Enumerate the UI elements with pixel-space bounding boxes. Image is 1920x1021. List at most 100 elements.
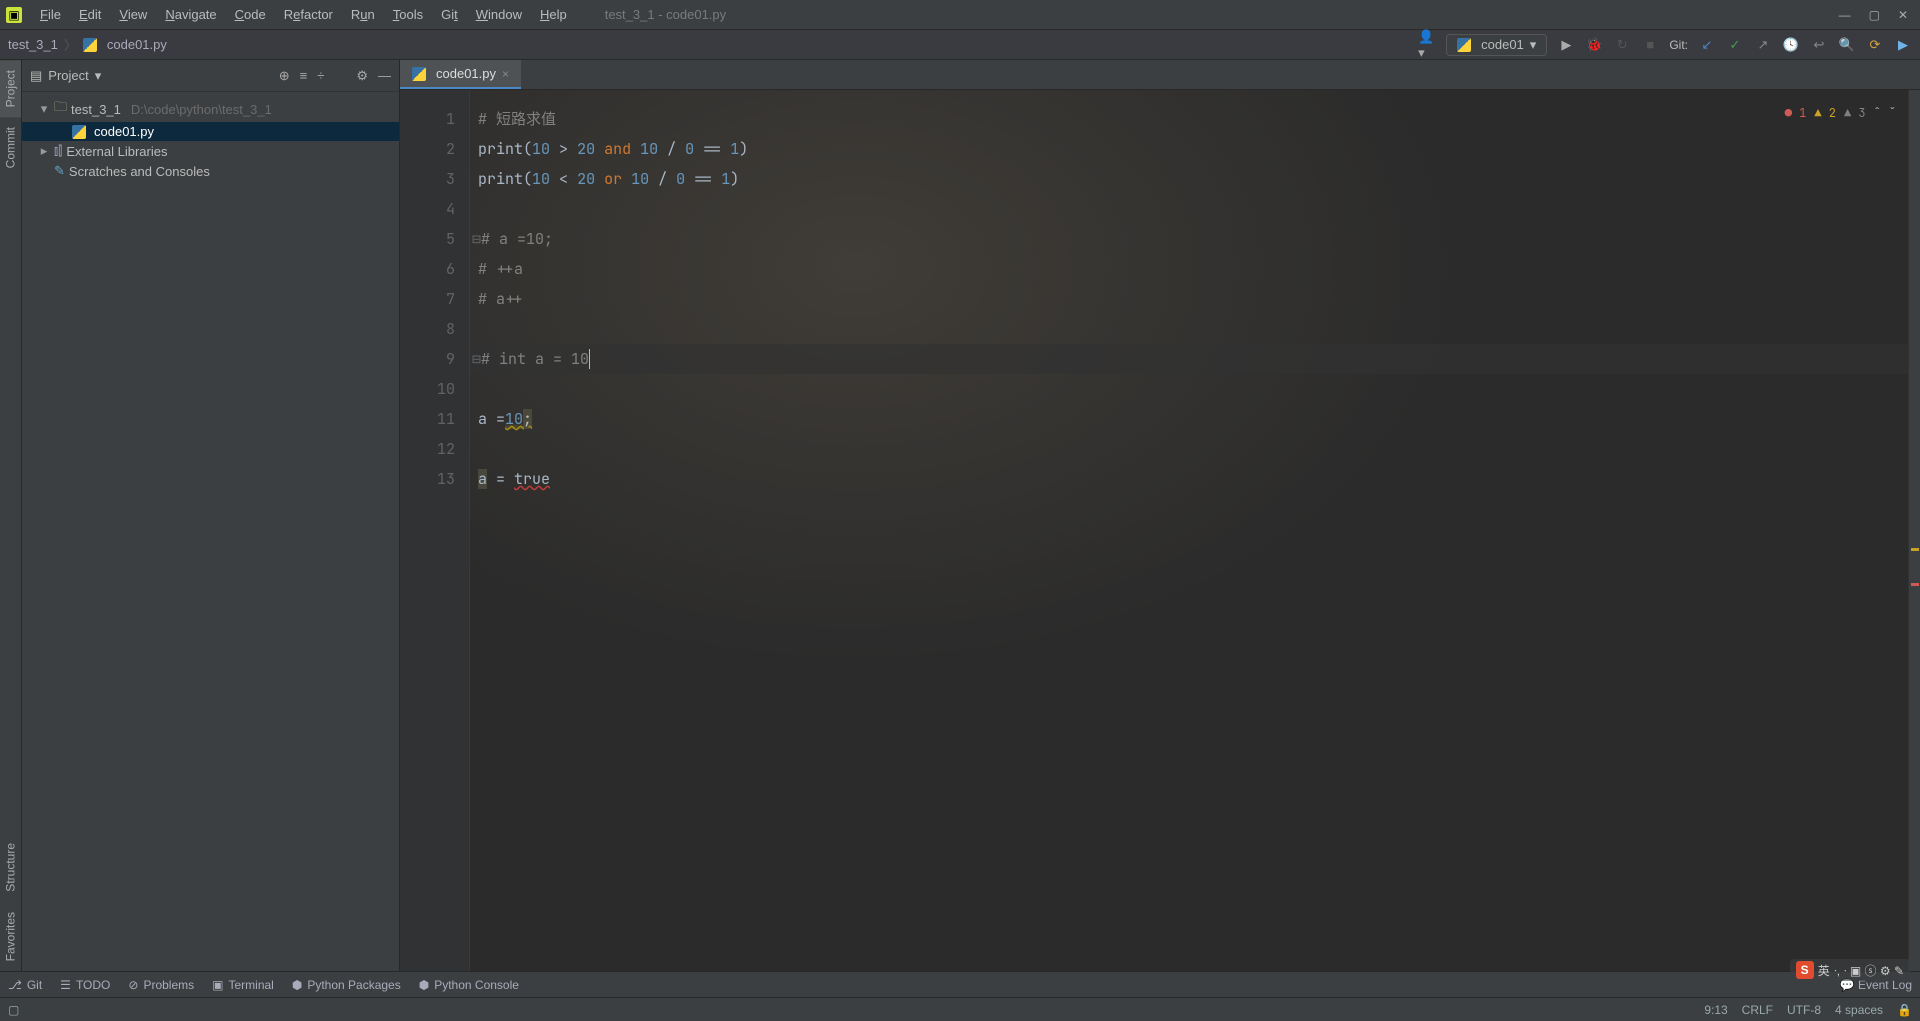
warning-mark[interactable] [1911, 548, 1919, 551]
tool-label: Terminal [228, 978, 273, 992]
tree-row[interactable]: code01.py [22, 122, 399, 141]
file-encoding[interactable]: UTF-8 [1787, 1003, 1821, 1017]
editor-stripe[interactable] [1908, 90, 1920, 971]
ime-logo: S [1796, 961, 1814, 979]
menu-help[interactable]: Help [532, 3, 575, 26]
menu-code[interactable]: Code [227, 3, 274, 26]
bottom-tool-python-packages[interactable]: ⬢Python Packages [292, 978, 401, 992]
rollback-icon[interactable]: ↩ [1810, 36, 1828, 54]
menu-edit[interactable]: Edit [71, 3, 109, 26]
git-update-icon[interactable]: ↙ [1698, 36, 1716, 54]
tree-row[interactable]: ▾🗀test_3_1D:\code\python\test_3_1 [22, 96, 399, 122]
code-line[interactable]: a = true [470, 464, 1908, 494]
coverage-icon[interactable]: ↻ [1613, 36, 1631, 54]
menu-git[interactable]: Git [433, 3, 466, 26]
minimize-icon[interactable]: — [1839, 8, 1851, 22]
chevron-up-icon[interactable]: ˆ [1874, 98, 1881, 128]
window-title: test_3_1 - code01.py [575, 7, 1839, 22]
python-file-icon [1457, 38, 1471, 52]
error-mark[interactable] [1911, 583, 1919, 586]
main-menu: FileEditViewNavigateCodeRefactorRunTools… [32, 3, 575, 26]
code-line[interactable]: ⊟# int a = 10 [470, 344, 1908, 374]
tool-label: Python Packages [307, 978, 400, 992]
project-view-icon: ▤ [30, 68, 42, 84]
code-line[interactable]: ⊟# a =10; [470, 224, 1908, 254]
line-gutter[interactable]: 12345678910111213 [400, 90, 470, 971]
maximize-icon[interactable]: ▢ [1869, 8, 1880, 22]
menu-navigate[interactable]: Navigate [157, 3, 224, 26]
stop-icon[interactable]: ■ [1641, 36, 1659, 54]
code-line[interactable]: # a++ [470, 284, 1908, 314]
bottom-tool-git[interactable]: ⎇Git [8, 978, 42, 992]
lock-icon[interactable]: 🔒 [1897, 1003, 1912, 1017]
tool-tab-project[interactable]: Project [0, 60, 21, 117]
code-line[interactable] [470, 194, 1908, 224]
tree-label: Scratches and Consoles [69, 164, 210, 179]
hide-icon[interactable]: — [378, 68, 391, 84]
run-icon[interactable]: ▶ [1557, 36, 1575, 54]
bottom-tool-problems[interactable]: ⊘Problems [128, 978, 194, 992]
ide-update-icon[interactable]: ⟳ [1866, 36, 1884, 54]
fold-icon[interactable]: ⊟ [472, 229, 481, 249]
warning-indicator[interactable]: ▲ 2 [1814, 98, 1836, 128]
tool-icon: ⎇ [8, 978, 22, 992]
bottom-tool-todo[interactable]: ☰TODO [60, 978, 110, 992]
run-config-select[interactable]: code01 ▾ [1446, 34, 1547, 56]
python-file-icon [83, 38, 97, 52]
git-commit-icon[interactable]: ✓ [1726, 36, 1744, 54]
tool-window-quick-icon[interactable]: ▢ [8, 1003, 19, 1017]
fold-icon[interactable]: ⊟ [472, 349, 481, 369]
menu-refactor[interactable]: Refactor [276, 3, 341, 26]
git-history-icon[interactable]: 🕓 [1782, 36, 1800, 54]
line-separator[interactable]: CRLF [1742, 1003, 1773, 1017]
chevron-down-icon[interactable]: ˇ [1889, 98, 1896, 128]
chevron-down-icon[interactable]: ▾ [95, 68, 102, 84]
gear-icon[interactable]: ⚙ [356, 68, 368, 84]
menu-run[interactable]: Run [343, 3, 383, 26]
tool-tab-favorites[interactable]: Favorites [0, 902, 21, 971]
indent-setting[interactable]: 4 spaces [1835, 1003, 1883, 1017]
menu-view[interactable]: View [111, 3, 155, 26]
tree-row[interactable]: ✎Scratches and Consoles [22, 161, 399, 181]
code-line[interactable] [470, 374, 1908, 404]
collapse-all-icon[interactable]: ÷ [317, 68, 324, 84]
code-line[interactable]: # ++a [470, 254, 1908, 284]
add-user-icon[interactable]: 👤▾ [1418, 36, 1436, 54]
tool-tab-structure[interactable]: Structure [0, 833, 21, 902]
menu-tools[interactable]: Tools [385, 3, 431, 26]
git-push-icon[interactable]: ↗ [1754, 36, 1772, 54]
menu-file[interactable]: File [32, 3, 69, 26]
breadcrumb-file[interactable]: code01.py [107, 37, 167, 52]
locate-icon[interactable]: ⊕ [279, 68, 290, 84]
bottom-tool-python-console[interactable]: ⬢Python Console [419, 978, 519, 992]
caret-position[interactable]: 9:13 [1704, 1003, 1727, 1017]
weak-warning-indicator[interactable]: ▲ 3 [1844, 98, 1866, 128]
menu-window[interactable]: Window [468, 3, 530, 26]
code-line[interactable]: print(10 > 20 and 10 / 0 == 1) [470, 134, 1908, 164]
tool-tab-commit[interactable]: Commit [0, 117, 21, 178]
expand-all-icon[interactable]: ≡ [300, 68, 308, 84]
close-tab-icon[interactable]: × [502, 67, 509, 81]
bottom-tool-terminal[interactable]: ▣Terminal [212, 978, 274, 992]
code-line[interactable]: a =10; [470, 404, 1908, 434]
search-icon[interactable]: 🔍 [1838, 36, 1856, 54]
codewithme-icon[interactable]: ▶ [1894, 36, 1912, 54]
code-line[interactable] [470, 314, 1908, 344]
code-line[interactable]: print(10 < 20 or 10 / 0 == 1) [470, 164, 1908, 194]
editor-tab[interactable]: code01.py × [400, 60, 521, 89]
code-line[interactable] [470, 434, 1908, 464]
tree-row[interactable]: ▸⫾⫿External Libraries [22, 141, 399, 161]
close-icon[interactable]: ✕ [1898, 8, 1908, 22]
tree-chevron[interactable]: ▾ [38, 101, 50, 117]
code-line[interactable]: # 短路求值 [470, 104, 1908, 134]
breadcrumb-project[interactable]: test_3_1 [8, 37, 58, 52]
sidebar-title[interactable]: Project [48, 68, 88, 83]
debug-icon[interactable]: 🐞 [1585, 36, 1603, 54]
code-content[interactable]: ● 1 ▲ 2 ▲ 3 ˆ ˇ # 短路求值print(10 > 20 and … [470, 90, 1908, 971]
error-indicator[interactable]: ● 1 [1785, 98, 1807, 128]
project-tree[interactable]: ▾🗀test_3_1D:\code\python\test_3_1code01.… [22, 92, 399, 185]
tool-icon: ☰ [60, 978, 71, 992]
inspection-widget[interactable]: ● 1 ▲ 2 ▲ 3 ˆ ˇ [1785, 98, 1896, 128]
editor[interactable]: 12345678910111213 ● 1 ▲ 2 ▲ 3 ˆ ˇ # 短路求值… [400, 90, 1920, 971]
tree-chevron[interactable]: ▸ [38, 143, 50, 159]
